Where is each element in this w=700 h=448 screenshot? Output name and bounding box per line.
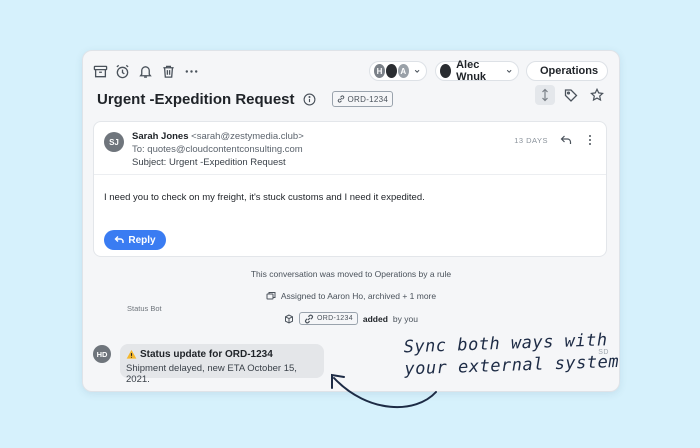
bot-label: Status Bot <box>127 304 162 313</box>
event-moved: This conversation was moved to Operation… <box>250 269 452 279</box>
link-icon <box>305 314 314 323</box>
archive-icon[interactable] <box>92 63 108 79</box>
email-message: SJ Sarah Jones <sarah@zestymedia.club> T… <box>93 121 607 257</box>
bot-message: Status update for ORD-1234 Shipment dela… <box>120 344 324 385</box>
email-body: I need you to check on my freight, it's … <box>104 192 425 203</box>
avatar: SJ <box>104 132 124 152</box>
more-vertical-icon[interactable] <box>584 134 596 146</box>
tag-icon <box>564 89 578 102</box>
team-dropdown[interactable]: Operations <box>526 61 608 81</box>
avatar: A <box>397 64 409 78</box>
chevron-down-icon <box>506 69 512 73</box>
event-tag-added: ORD-1234 added by you <box>83 312 619 325</box>
avatar: H <box>374 64 385 78</box>
snooze-clock-icon[interactable] <box>114 63 130 79</box>
email-header: Sarah Jones <sarah@zestymedia.club> To: … <box>132 130 304 169</box>
avatar: HD <box>93 345 111 363</box>
info-icon[interactable] <box>303 93 316 106</box>
order-tag[interactable]: ORD-1234 <box>299 312 358 325</box>
header-actions <box>535 85 607 105</box>
avatar <box>440 64 452 78</box>
order-tag[interactable]: ORD-1234 <box>331 91 394 107</box>
link-icon <box>337 95 344 103</box>
reply-button[interactable]: Reply <box>104 230 166 250</box>
box-icon <box>285 313 294 324</box>
email-meta: 13 DAYS <box>514 134 596 146</box>
sender-name: Sarah Jones <box>132 131 189 142</box>
subject-line: Subject: Urgent -Expedition Request <box>132 157 286 168</box>
conversation-header: Urgent -Expedition Request ORD-1234 <box>97 87 394 111</box>
avatar <box>385 64 397 78</box>
bell-icon[interactable] <box>137 63 153 79</box>
trash-icon[interactable] <box>160 63 176 79</box>
chevron-down-icon <box>414 69 420 73</box>
warning-icon <box>126 349 137 359</box>
archive-move-icon <box>266 292 276 300</box>
reply-arrow-icon <box>114 236 125 243</box>
tag-button[interactable] <box>561 85 581 105</box>
more-icon[interactable] <box>183 63 199 79</box>
assignees-dropdown[interactable]: H A <box>369 61 427 81</box>
recipient-line: To: quotes@cloudcontentconsulting.com <box>132 144 303 155</box>
page-title: Urgent -Expedition Request <box>97 90 295 108</box>
expand-vertical-icon <box>542 88 548 102</box>
expand-collapse-button[interactable] <box>535 85 555 105</box>
assignee-dropdown[interactable]: Alec Wnuk <box>435 59 519 83</box>
star-button[interactable] <box>587 85 607 105</box>
team-name: Operations <box>540 65 599 77</box>
bot-message-body: Shipment delayed, new ETA October 15, 20… <box>126 363 297 385</box>
star-icon <box>590 88 604 102</box>
divider <box>94 174 606 175</box>
bot-message-title: Status update for ORD-1234 <box>126 349 318 360</box>
assignee-name: Alec Wnuk <box>456 59 487 83</box>
event-assigned: Assigned to Aaron Ho, archived + 1 more <box>83 291 619 301</box>
annotation-arrow-icon <box>331 373 437 409</box>
reply-icon[interactable] <box>560 134 572 146</box>
message-age: 13 DAYS <box>514 135 548 145</box>
sender-email: <sarah@zestymedia.club> <box>191 131 304 142</box>
